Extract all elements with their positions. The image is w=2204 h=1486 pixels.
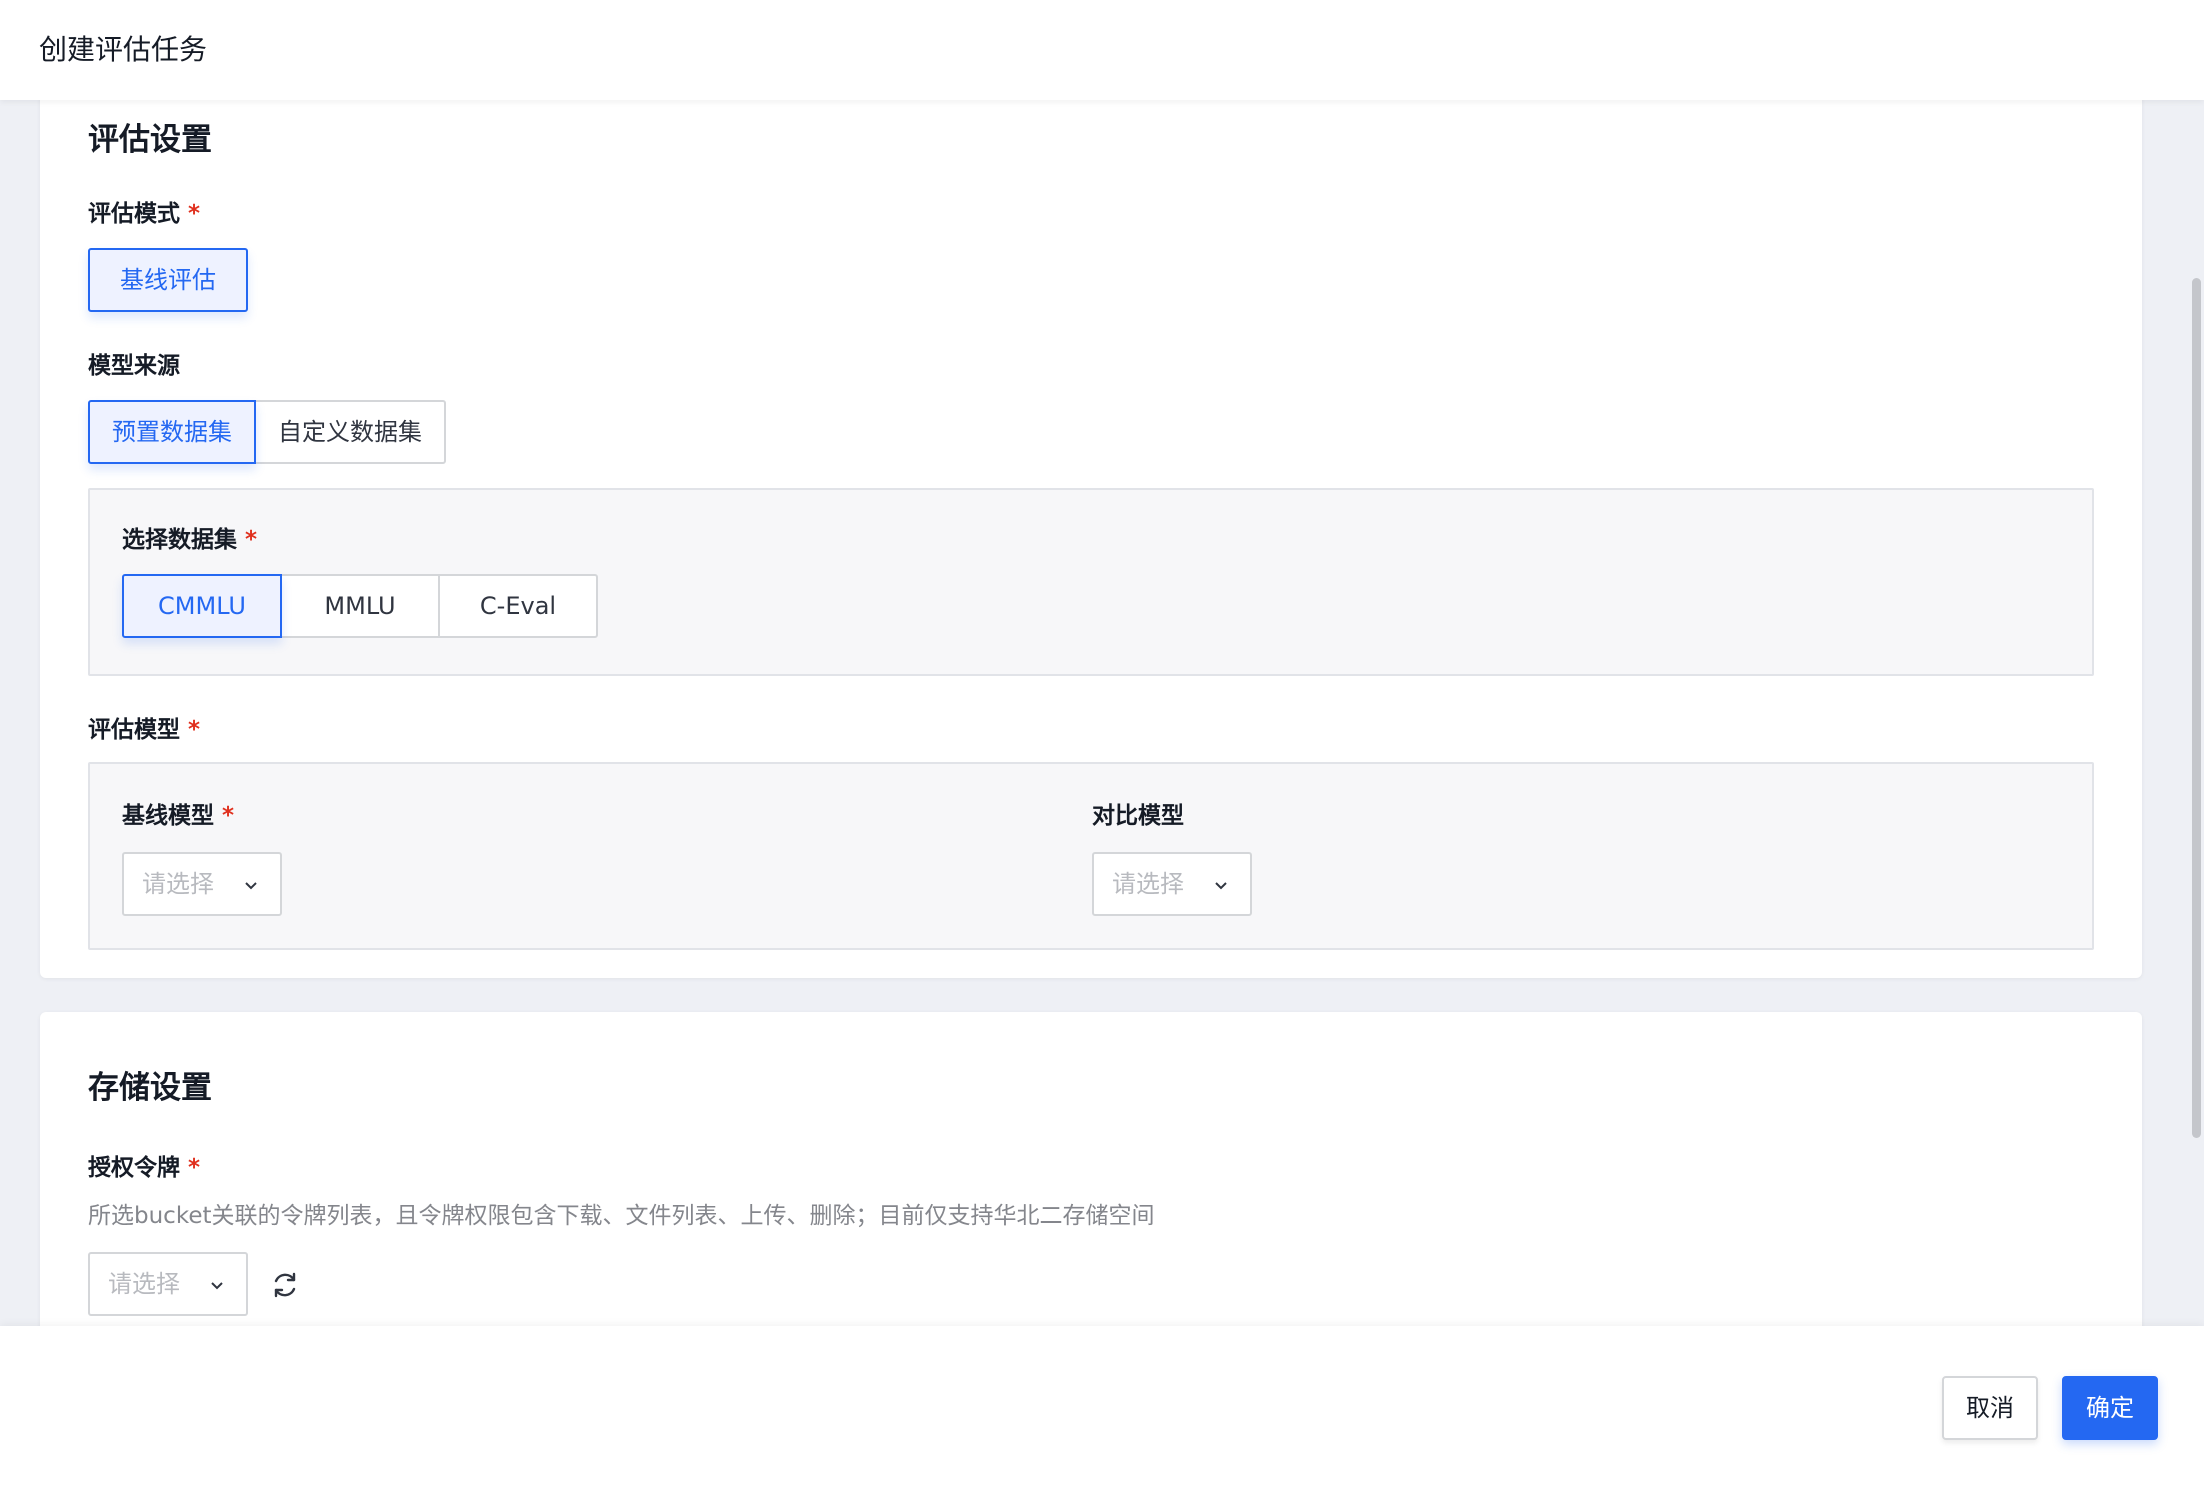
dataset-panel: 选择数据集 * CMMLU MMLU C-Eval: [88, 488, 2094, 676]
scrollbar[interactable]: [2190, 100, 2204, 1326]
model-source-preset-button[interactable]: 预置数据集: [88, 400, 256, 464]
auth-token-label: 授权令牌 *: [88, 1155, 201, 1181]
form-scroll-area: 评估设置 评估模式 * 基线评估 模型来源 预置数据集 自定义数据集 选择数据集 *…: [0, 100, 2204, 1326]
model-source-custom-button[interactable]: 自定义数据集: [254, 400, 446, 464]
eval-settings-card: 评估设置 评估模式 * 基线评估 模型来源 预置数据集 自定义数据集 选择数据集 *…: [40, 100, 2142, 978]
confirm-button[interactable]: 确定: [2062, 1376, 2158, 1440]
refresh-icon[interactable]: [268, 1268, 302, 1302]
eval-mode-label: 评估模式 *: [88, 201, 201, 227]
eval-model-panel: 基线模型 * 请选择 对比模型 请选择: [88, 762, 2094, 950]
dataset-ceval-button[interactable]: C-Eval: [438, 574, 598, 638]
storage-settings-card: 存储设置 授权令牌 * 所选bucket关联的令牌列表，且令牌权限包含下载、文件列…: [40, 1012, 2142, 1326]
storage-settings-title: 存储设置: [88, 1070, 212, 1106]
dataset-group: CMMLU MMLU C-Eval: [122, 574, 598, 638]
eval-model-label: 评估模型 *: [88, 717, 201, 743]
page-footer: 取消 确定: [0, 1326, 2204, 1486]
required-mark: *: [188, 717, 201, 743]
dataset-label: 选择数据集 *: [122, 527, 258, 553]
model-source-label: 模型来源: [88, 353, 180, 379]
eval-mode-group: 基线评估: [88, 248, 248, 312]
baseline-model-label: 基线模型 *: [122, 803, 235, 829]
page: 创建评估任务 评估设置 评估模式 * 基线评估 模型来源 预置数据集 自定义数据集…: [0, 0, 2204, 1486]
chevron-down-icon: [1215, 882, 1227, 890]
auth-token-placeholder: 请选择: [108, 1270, 180, 1298]
required-mark: *: [245, 527, 258, 553]
dataset-cmmlu-button[interactable]: CMMLU: [122, 574, 282, 638]
chevron-down-icon: [211, 1282, 223, 1290]
chevron-down-icon: [245, 882, 257, 890]
baseline-model-select[interactable]: 请选择: [122, 852, 282, 916]
eval-settings-title: 评估设置: [88, 122, 212, 158]
required-mark: *: [188, 1155, 201, 1181]
required-mark: *: [222, 803, 235, 829]
scrollbar-thumb[interactable]: [2192, 278, 2201, 1138]
compare-model-placeholder: 请选择: [1112, 870, 1184, 898]
cancel-button[interactable]: 取消: [1942, 1376, 2038, 1440]
compare-model-select[interactable]: 请选择: [1092, 852, 1252, 916]
auth-token-description: 所选bucket关联的令牌列表，且令牌权限包含下载、文件列表、上传、删除；目前仅…: [88, 1203, 1155, 1229]
eval-mode-baseline-button[interactable]: 基线评估: [88, 248, 248, 312]
page-title: 创建评估任务: [39, 33, 208, 66]
auth-token-select[interactable]: 请选择: [88, 1252, 248, 1316]
required-mark: *: [188, 201, 201, 227]
page-header: 创建评估任务: [0, 0, 2204, 100]
compare-model-label: 对比模型: [1092, 803, 1184, 829]
baseline-model-placeholder: 请选择: [142, 870, 214, 898]
model-source-group: 预置数据集 自定义数据集: [88, 400, 446, 464]
dataset-mmlu-button[interactable]: MMLU: [280, 574, 440, 638]
